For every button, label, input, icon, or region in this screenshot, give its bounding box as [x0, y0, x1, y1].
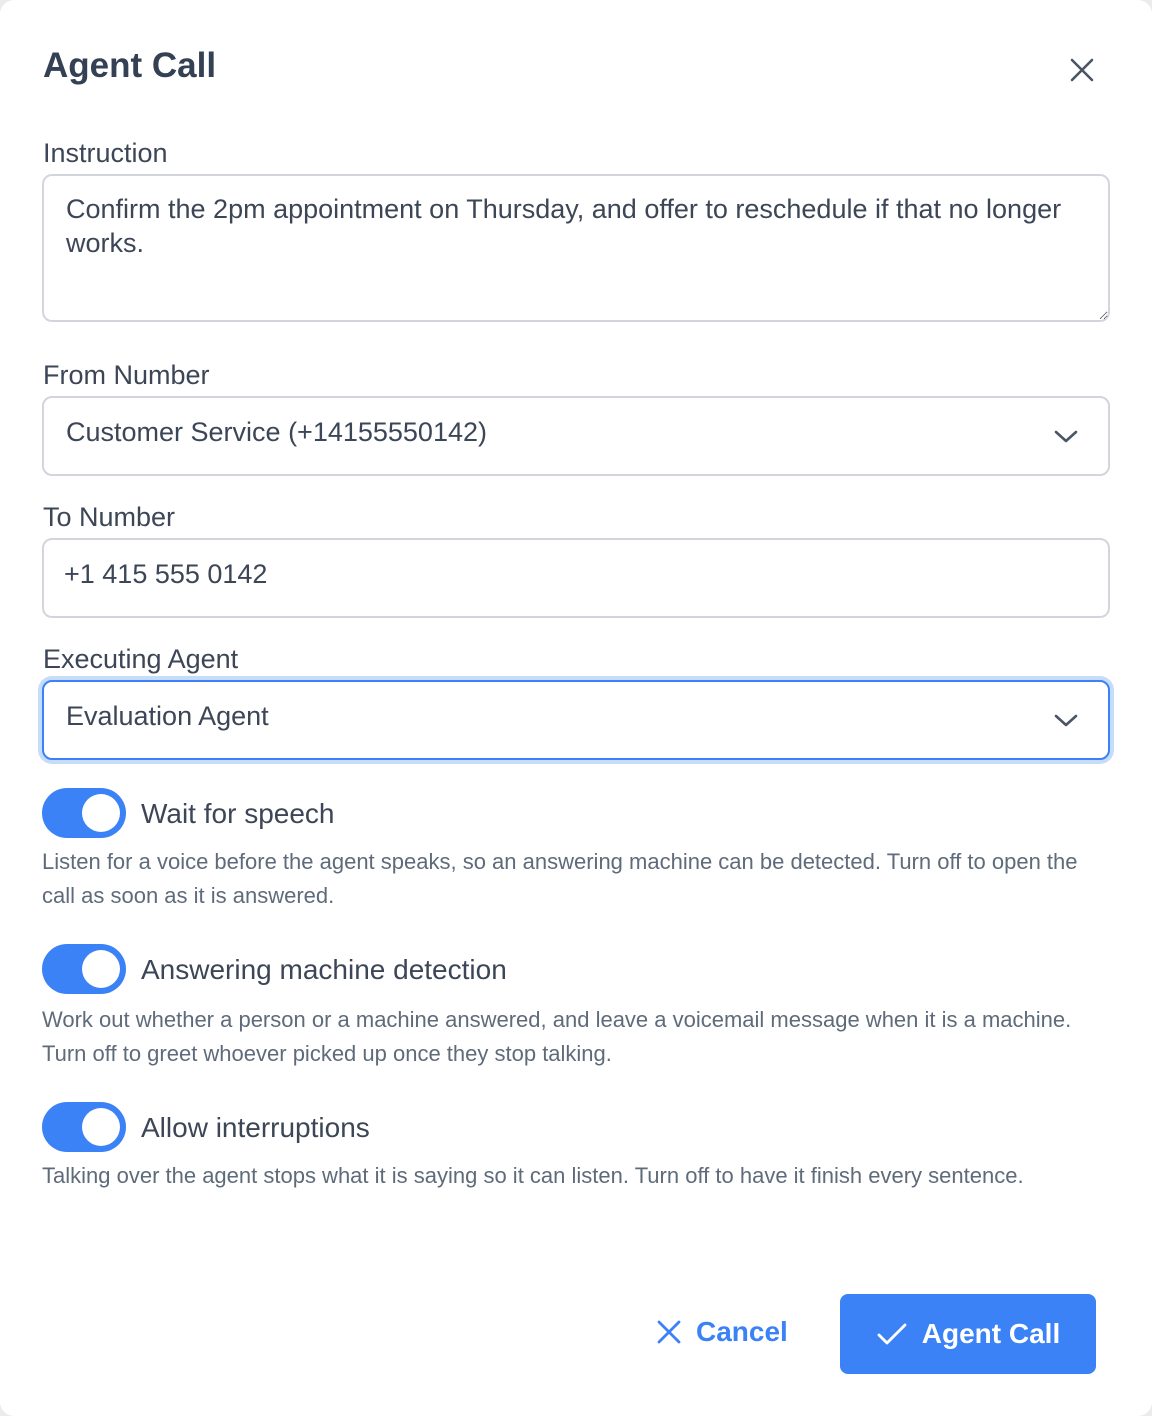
dialog-title: Agent Call [43, 46, 217, 85]
allow-interruptions-toggle[interactable] [42, 1102, 126, 1152]
toggle-knob [82, 1108, 120, 1146]
chevron-down-icon [1054, 430, 1078, 443]
toggle-knob [82, 950, 120, 988]
cancel-button[interactable]: Cancel [648, 1302, 796, 1362]
allow-interruptions-label: Allow interruptions [141, 1112, 370, 1143]
to-number-label: To Number [43, 502, 176, 532]
cancel-button-label: Cancel [696, 1316, 788, 1347]
submit-button-label: Agent Call [921, 1318, 1061, 1349]
to-number-field-box [42, 538, 1110, 618]
instruction-label: Instruction [43, 138, 168, 168]
instruction-textarea[interactable]: Confirm the 2pm appointment on Thursday,… [42, 174, 1110, 322]
agent-call-submit-button[interactable]: Agent Call [840, 1294, 1096, 1374]
agent-call-dialog: Agent Call Instruction Confirm the 2pm a… [0, 0, 1152, 1416]
wait-for-speech-label: Wait for speech [141, 798, 335, 829]
from-number-value: Customer Service (+14155550142) [66, 417, 487, 447]
close-button[interactable] [1064, 52, 1100, 88]
executing-agent-label: Executing Agent [43, 644, 239, 674]
from-number-select[interactable]: Customer Service (+14155550142) [42, 396, 1110, 476]
wait-for-speech-toggle[interactable] [42, 788, 126, 838]
chevron-down-icon [1054, 714, 1078, 727]
from-number-label: From Number [43, 360, 210, 390]
check-icon [877, 1323, 907, 1345]
close-icon [1070, 58, 1094, 82]
to-number-input[interactable] [64, 554, 1064, 594]
executing-agent-select[interactable]: Evaluation Agent [42, 680, 1110, 760]
answering-machine-detection-label: Answering machine detection [141, 954, 507, 985]
answering-machine-detection-toggle[interactable] [42, 944, 126, 994]
x-icon [657, 1320, 681, 1344]
executing-agent-value: Evaluation Agent [66, 701, 269, 731]
toggle-knob [82, 794, 120, 832]
wait-for-speech-help: Listen for a voice before the agent spea… [42, 849, 1078, 908]
allow-interruptions-help: Talking over the agent stops what it is … [42, 1163, 1024, 1188]
answering-machine-detection-help: Work out whether a person or a machine a… [42, 1007, 1072, 1066]
